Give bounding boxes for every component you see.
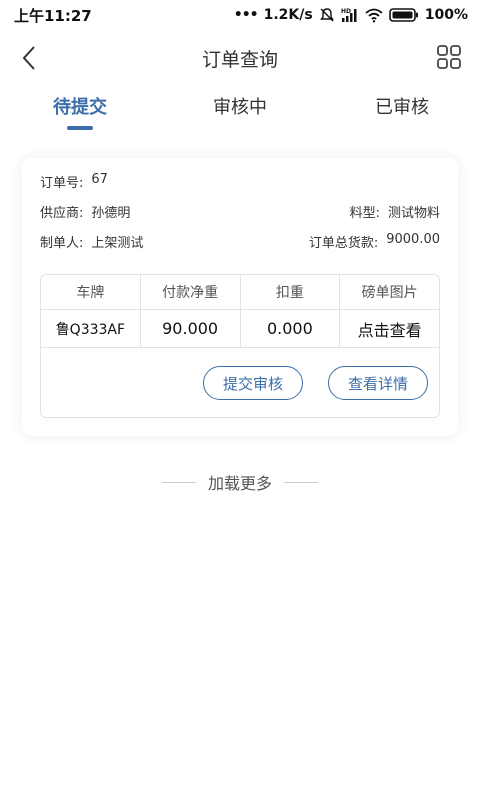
table-header: 车牌 付款净重 扣重 磅单图片	[41, 275, 439, 309]
page-title: 订单查询	[201, 48, 278, 71]
creator-row: 制单人: 上架测试 订单总货款: 9000.00	[40, 232, 440, 252]
total-label: 订单总货款:	[308, 236, 379, 251]
material-type-value: 测试物料	[387, 206, 440, 221]
supplier-row: 供应商: 孙德明 料型: 测试物料	[40, 202, 440, 222]
grid-menu-icon[interactable]	[436, 44, 462, 70]
dots-icon: •••	[233, 7, 259, 23]
tab-active-indicator	[67, 126, 93, 130]
cell-plate: 鲁Q333AF	[41, 310, 141, 347]
supplier-value: 孙德明	[91, 206, 131, 221]
cell-deduction: 0.000	[241, 310, 341, 347]
cell-net-weight: 90.000	[141, 310, 241, 347]
status-bar: 上午11:27 ••• 1.2K/s HD 100%	[0, 0, 480, 30]
divider-left	[161, 481, 196, 483]
card-actions: 提交审核 查看详情	[41, 347, 439, 417]
creator-label: 制单人:	[40, 236, 84, 251]
header-ticket-image: 磅单图片	[361, 285, 418, 301]
battery-icon	[388, 8, 418, 22]
load-more-label: 加载更多	[207, 474, 272, 493]
view-image-link[interactable]: 点击查看	[340, 310, 439, 347]
header-net-weight: 付款净重	[141, 275, 241, 309]
tab-pending-submit[interactable]: 待提交	[25, 90, 135, 134]
tab-bar: 待提交 审核中 已审核	[0, 90, 480, 134]
header-deduction: 扣重	[241, 275, 341, 309]
status-indicators: ••• 1.2K/s HD 100%	[234, 7, 468, 23]
header-plate: 车牌	[41, 275, 141, 309]
status-time: 上午11:27	[14, 6, 92, 25]
tab-label: 已审核	[375, 97, 429, 118]
tab-under-review[interactable]: 审核中	[185, 90, 295, 134]
tab-label: 审核中	[213, 97, 267, 118]
weighing-table: 车牌 付款净重 扣重 磅单图片 鲁Q333AF 90.000 0.000 点击查…	[40, 274, 440, 418]
wifi-icon	[365, 8, 383, 23]
net-speed: 1.2K/s	[263, 7, 313, 23]
back-arrow-icon[interactable]	[18, 44, 42, 72]
order-number-value: 67	[91, 172, 108, 187]
view-details-button[interactable]: 查看详情	[328, 366, 428, 400]
creator-value: 上架测试	[91, 236, 144, 251]
order-number-label: 订单号:	[40, 176, 84, 191]
signal-icon: HD	[341, 8, 357, 22]
divider-right	[284, 481, 318, 483]
load-more[interactable]: 加载更多	[0, 470, 480, 494]
submit-review-button[interactable]: 提交审核	[203, 366, 303, 400]
tab-reviewed[interactable]: 已审核	[347, 90, 457, 134]
table-row: 鲁Q333AF 90.000 0.000 点击查看	[41, 309, 439, 347]
order-card: 订单号: 67 供应商: 孙德明 料型: 测试物料 制单人: 上架测试 订单总货…	[22, 158, 458, 436]
battery-percent: 100%	[424, 7, 468, 23]
total-value: 9000.00	[386, 232, 440, 247]
mute-icon	[319, 8, 334, 22]
svg-text:HD: HD	[341, 8, 351, 15]
nav-bar: 订单查询	[0, 36, 480, 80]
supplier-label: 供应商:	[40, 206, 84, 221]
material-type-label: 料型:	[349, 206, 380, 221]
order-number-row: 订单号: 67	[40, 172, 440, 192]
tab-label: 待提交	[53, 97, 107, 118]
